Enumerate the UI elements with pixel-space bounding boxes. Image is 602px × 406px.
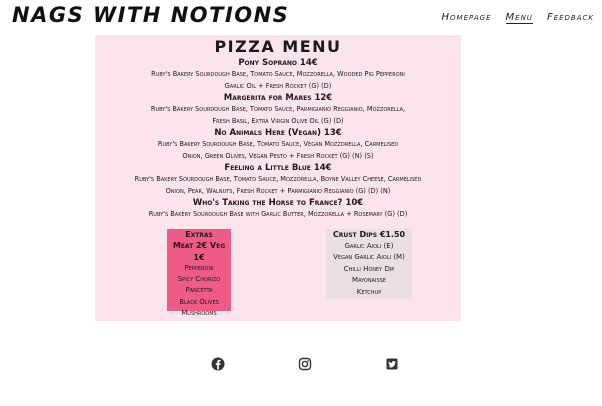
pizza-item: Feeling a Little Blue 14€ Ruby's Bakery … xyxy=(95,162,461,197)
pizza-item: Margerita for Mares 12€ Ruby's Bakery So… xyxy=(95,92,461,127)
twitter-icon[interactable] xyxy=(384,356,400,372)
menu-title: PIZZA MENU xyxy=(214,37,342,56)
pizza-description: Ruby's Bakery Sourdough Base, Tomato Sau… xyxy=(150,105,406,113)
pizza-description: Ruby's Bakery Sourdough Base, Tomato Sau… xyxy=(157,140,399,148)
pizza-name: Pony Soprano 14€ xyxy=(238,58,318,68)
extras-price: Meat 2€ Veg 1€ xyxy=(172,241,226,262)
dips-item: Ketchup xyxy=(356,287,382,296)
pizza-item: Pony Soprano 14€ Ruby's Bakery Sourdough… xyxy=(95,57,461,92)
pizza-description: Fresh Basil, Extra Virgin Olive Oil (G) … xyxy=(212,116,344,125)
extras-item: Spicy Chorizo xyxy=(177,275,221,284)
dips-item: Vegan Garlic Aioli (M) xyxy=(333,253,405,261)
pizza-menu-image: PIZZA MENU Pony Soprano 14€ Ruby's Baker… xyxy=(95,35,461,321)
extras-box: Extras Meat 2€ Veg 1€ Pepperoni Spicy Ch… xyxy=(167,229,231,317)
pizza-item: No Animals Here (Vegan) 13€ Ruby's Baker… xyxy=(95,127,461,162)
site-title[interactable]: NAGS WITH NOTIONS xyxy=(12,3,289,27)
dips-item: Garlic Aioli (E) xyxy=(344,241,394,250)
dips-item: Mayonaisse xyxy=(352,276,386,284)
page: NAGS WITH NOTIONS Homepage Menu Feedback… xyxy=(0,0,602,406)
pizza-name: No Animals Here (Vegan) 13€ xyxy=(214,128,342,138)
pizza-description: Onion, Pear, Walnuts, Fresh Rocket + Par… xyxy=(165,186,391,195)
nav-homepage[interactable]: Homepage xyxy=(442,12,492,24)
extras-item: Mushrooms xyxy=(181,309,217,318)
extras-item: Pepperoni xyxy=(184,263,214,272)
dips-heading: Crust Dips €1.50 xyxy=(332,230,406,239)
pizza-name: Feeling a Little Blue 14€ xyxy=(224,163,332,173)
extras-heading: Extras xyxy=(185,230,213,239)
dips-box: Crust Dips €1.50 Garlic Aioli (E) Vegan … xyxy=(326,229,412,299)
extras-item: Black Olives xyxy=(179,297,219,306)
main-nav: Homepage Menu Feedback xyxy=(442,12,594,24)
dips-item: Chilli Honey Dip xyxy=(343,264,395,273)
pizza-description: Garlic Oil + Fresh Rocket (G) (D) xyxy=(224,81,332,90)
extras-item: Pancetta xyxy=(185,286,213,295)
pizza-item: Who's Taking the Horse to France? 10€ Ru… xyxy=(95,197,461,221)
pizza-name: Margerita for Mares 12€ xyxy=(223,93,333,103)
pizza-description: Ruby's Bakery Sourdough Base, Tomato Sau… xyxy=(151,70,405,78)
instagram-icon[interactable] xyxy=(297,356,313,372)
facebook-icon[interactable] xyxy=(210,356,226,372)
nav-menu[interactable]: Menu xyxy=(505,12,533,24)
pizza-description: Ruby's Bakery Sourdough Base with Garlic… xyxy=(148,210,408,218)
pizza-description: Ruby's Bakery Sourdough Base, Tomato Sau… xyxy=(134,175,422,183)
pizza-name: Who's Taking the Horse to France? 10€ xyxy=(192,198,364,208)
nav-feedback[interactable]: Feedback xyxy=(547,12,594,24)
pizza-description: Onion, Green Olives, Vegan Pesto + Fresh… xyxy=(182,151,374,160)
